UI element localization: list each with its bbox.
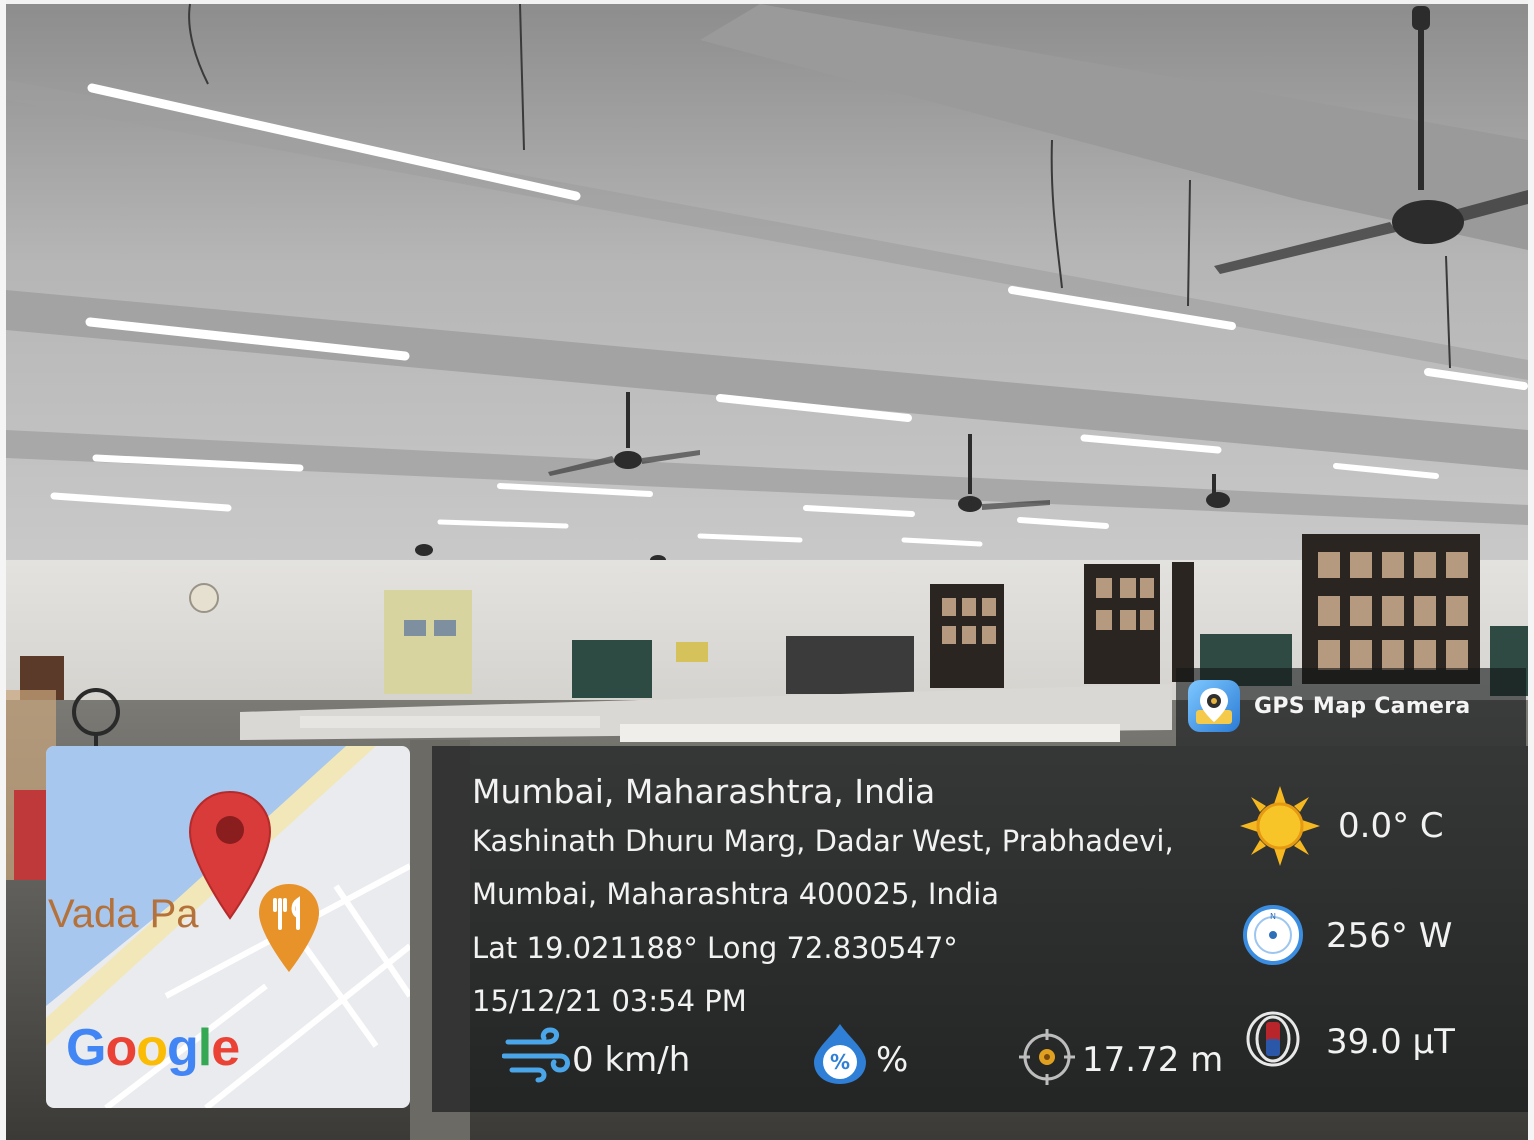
gps-map-camera-app-icon bbox=[1188, 680, 1240, 732]
magnetic-field-value: 39.0 µT bbox=[1326, 1022, 1455, 1062]
magnet-icon bbox=[1246, 1011, 1300, 1067]
address-city-line: Mumbai, Maharashtra, India bbox=[472, 772, 936, 811]
compass-icon: N bbox=[1243, 905, 1303, 965]
sun-icon bbox=[1240, 786, 1320, 866]
gps-map-camera-tag: GPS Map Camera bbox=[1176, 668, 1526, 746]
map-thumbnail[interactable]: Vada Pa Google bbox=[46, 746, 410, 1108]
google-logo: Google bbox=[66, 1019, 240, 1077]
coordinates-line: Lat 19.021188° Long 72.830547° bbox=[472, 931, 958, 965]
address-street-line: Kashinath Dhuru Marg, Dadar West, Prabha… bbox=[472, 824, 1174, 858]
humidity-value: % bbox=[876, 1040, 909, 1080]
map-place-label: Vada Pa bbox=[48, 892, 199, 936]
restaurant-pin-icon bbox=[259, 884, 319, 972]
wind-icon bbox=[502, 1027, 570, 1083]
address-postal-line: Mumbai, Maharashtra 400025, India bbox=[472, 877, 1000, 911]
crosshair-icon bbox=[1019, 1029, 1075, 1085]
temperature-value: 0.0° C bbox=[1338, 806, 1444, 846]
svg-text:%: % bbox=[830, 1050, 850, 1074]
wind-speed-value: 0 km/h bbox=[572, 1040, 691, 1080]
humidity-drop-icon: % bbox=[814, 1024, 866, 1084]
accuracy-value: 17.72 m bbox=[1082, 1040, 1224, 1080]
location-info-panel: Mumbai, Maharashtra, India Kashinath Dhu… bbox=[432, 746, 1528, 1112]
svg-text:N: N bbox=[1270, 912, 1276, 921]
app-name-label: GPS Map Camera bbox=[1254, 694, 1471, 719]
datetime-line: 15/12/21 03:54 PM bbox=[472, 984, 747, 1018]
heading-value: 256° W bbox=[1326, 916, 1453, 956]
